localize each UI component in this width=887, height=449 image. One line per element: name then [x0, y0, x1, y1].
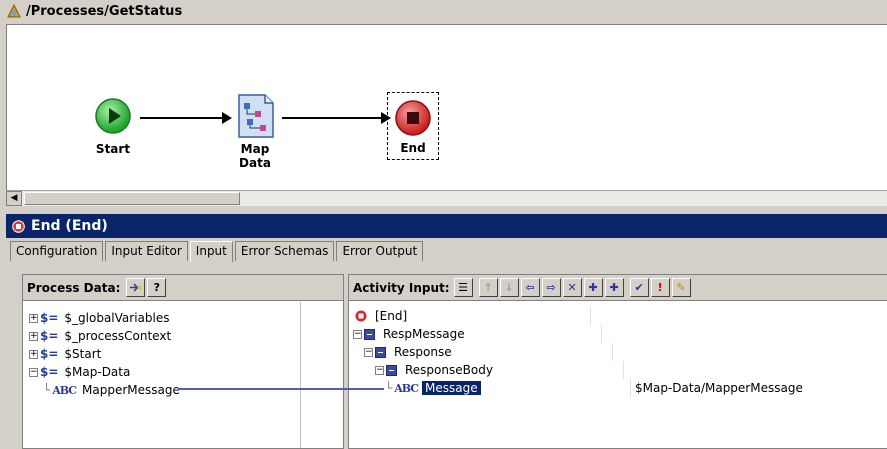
input-tree-root[interactable]: [End] — [355, 307, 407, 325]
end-icon — [395, 100, 431, 136]
tree-item-global-variables[interactable]: + $= $_globalVariables — [29, 309, 169, 327]
activity-input-header: Activity Input: ☰ ↑ ↓ ⇦ ⇨ ✕ ✚ ✚ ✔ ! ✎ — [349, 275, 887, 301]
activity-input-panel: Activity Input: ☰ ↑ ↓ ⇦ ⇨ ✕ ✚ ✚ ✔ ! ✎ [E… — [348, 274, 887, 449]
end-node-label: End — [400, 141, 426, 155]
end-small-icon — [355, 310, 367, 322]
activity-input-label: Activity Input: — [353, 280, 450, 295]
activity-title: End (End) — [31, 218, 108, 234]
row-divider — [601, 325, 602, 343]
row-divider — [623, 361, 624, 379]
error-icon[interactable]: ! — [650, 278, 670, 297]
tree-item-label: MapperMessage — [82, 383, 180, 397]
collapse-icon[interactable]: − — [375, 365, 384, 375]
row-divider — [630, 379, 631, 397]
move-up-icon[interactable]: ↑ — [478, 278, 498, 297]
mapping-expression: $Map-Data/MapperMessage — [635, 381, 803, 395]
tree-item-label: $Map-Data — [64, 365, 131, 379]
element-icon — [375, 346, 386, 358]
window-titlebar: /Processes/GetStatus — [0, 0, 887, 22]
message-mapping-value[interactable]: $Map-Data/MapperMessage — [635, 379, 803, 397]
end-small-icon — [12, 219, 25, 233]
edit-pencil-icon[interactable]: ✎ — [671, 278, 691, 297]
tab-input[interactable]: Input — [189, 241, 233, 262]
move-down-icon[interactable]: ↓ — [499, 278, 519, 297]
validate-icon[interactable]: ✔ — [629, 278, 649, 297]
start-icon — [95, 98, 131, 134]
process-data-header: Process Data: ? — [23, 275, 343, 301]
tree-item-label: ResponseBody — [405, 363, 493, 377]
column-divider — [300, 302, 301, 448]
canvas-horizontal-scrollbar[interactable]: ◀ — [6, 190, 887, 206]
tree-item-label: RespMessage — [383, 327, 465, 341]
tree-item-label: Response — [394, 345, 452, 359]
element-icon — [364, 328, 375, 340]
expand-icon[interactable]: + — [29, 349, 38, 359]
variable-icon: $= — [40, 311, 59, 325]
element-icon — [386, 364, 397, 376]
variable-icon: $= — [40, 365, 59, 379]
collapse-icon[interactable]: − — [364, 347, 373, 357]
connector-map-end — [282, 112, 391, 124]
string-type-icon: ABC — [52, 383, 77, 397]
scroll-thumb[interactable] — [24, 192, 240, 205]
process-icon — [7, 3, 21, 18]
scroll-left-arrow-icon[interactable]: ◀ — [6, 191, 22, 206]
end-node[interactable]: End — [387, 92, 439, 160]
tree-item-label: $Start — [64, 347, 102, 361]
input-tree-resp-message[interactable]: − RespMessage — [353, 325, 465, 343]
add-child-icon[interactable]: ✚ — [604, 278, 624, 297]
add-icon[interactable]: ✚ — [583, 278, 603, 297]
row-divider — [590, 307, 591, 325]
process-canvas[interactable]: Start Map Data End — [6, 24, 887, 190]
map-data-node[interactable]: Map Data — [223, 93, 287, 170]
variable-icon: $= — [40, 347, 59, 361]
input-tree-message[interactable]: └ ABC Message — [385, 379, 481, 397]
tab-configuration[interactable]: Configuration — [10, 241, 104, 261]
collapse-icon[interactable]: − — [29, 367, 38, 377]
mapper-icon — [238, 94, 274, 138]
tree-item-process-context[interactable]: + $= $_processContext — [29, 327, 171, 345]
tree-item-map-data[interactable]: − $= $Map-Data — [29, 363, 130, 381]
expand-icon[interactable]: + — [29, 331, 38, 341]
activity-titlebar: End (End) — [6, 214, 887, 238]
tab-input-editor[interactable]: Input Editor — [105, 241, 188, 261]
tree-item-start[interactable]: + $= $Start — [29, 345, 101, 363]
row-divider — [612, 343, 613, 361]
tab-error-output[interactable]: Error Output — [336, 241, 424, 261]
start-node-label: Start — [95, 142, 131, 156]
collapse-icon[interactable]: − — [353, 329, 362, 339]
map-data-node-label: Map Data — [239, 142, 271, 170]
variable-icon: $= — [40, 329, 59, 343]
process-data-label: Process Data: — [27, 280, 121, 295]
tree-item-label: $_globalVariables — [64, 311, 170, 325]
move-left-icon[interactable]: ⇦ — [520, 278, 540, 297]
input-tree-response[interactable]: − Response — [364, 343, 452, 361]
process-data-panel: Process Data: ? + $= $_globalVariables +… — [22, 274, 344, 449]
map-arrow-icon[interactable] — [126, 278, 146, 297]
connector-start-map — [140, 112, 232, 124]
tree-connector: └ — [385, 381, 393, 395]
move-right-icon[interactable]: ⇨ — [541, 278, 561, 297]
help-icon[interactable]: ? — [147, 278, 167, 297]
tree-item-label: [End] — [375, 309, 408, 323]
tab-error-schemas[interactable]: Error Schemas — [234, 241, 335, 261]
window-title: /Processes/GetStatus — [26, 3, 183, 19]
delete-icon[interactable]: ✕ — [562, 278, 582, 297]
list-view-icon[interactable]: ☰ — [453, 278, 473, 297]
start-node[interactable]: Start — [90, 97, 136, 156]
expand-icon[interactable]: + — [29, 313, 38, 323]
input-tree-response-body[interactable]: − ResponseBody — [375, 361, 493, 379]
tree-item-mapper-message[interactable]: └ ABC MapperMessage — [43, 381, 180, 399]
string-type-icon: ABC — [394, 381, 419, 395]
tree-connector: └ — [43, 383, 51, 397]
tree-item-label-selected: Message — [422, 381, 481, 395]
tree-item-label: $_processContext — [64, 329, 172, 343]
activity-tabs: Configuration Input Editor Input Error S… — [10, 241, 425, 262]
mapping-line — [178, 388, 384, 390]
